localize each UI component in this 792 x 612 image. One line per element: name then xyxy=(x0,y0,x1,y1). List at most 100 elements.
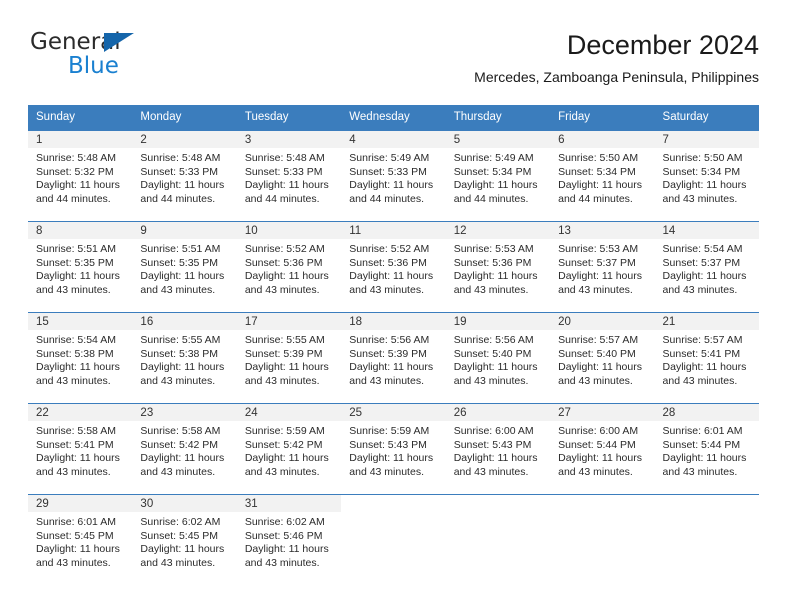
day-cell[interactable]: 23 Sunrise: 5:58 AM Sunset: 5:42 PM Dayl… xyxy=(132,404,237,494)
sunset-text: Sunset: 5:37 PM xyxy=(558,256,636,269)
daylight-text-line2: and 43 minutes. xyxy=(349,283,424,296)
general-blue-logo[interactable]: General Blue xyxy=(30,30,210,86)
day-details: Sunrise: 5:49 AM Sunset: 5:34 PM Dayligh… xyxy=(446,148,550,206)
day-details: Sunrise: 5:53 AM Sunset: 5:37 PM Dayligh… xyxy=(550,239,654,297)
day-cell[interactable]: 7 Sunrise: 5:50 AM Sunset: 5:34 PM Dayli… xyxy=(654,131,759,221)
week-row: 1 Sunrise: 5:48 AM Sunset: 5:32 PM Dayli… xyxy=(28,130,759,221)
day-number: 26 xyxy=(445,404,551,421)
day-details: Sunrise: 5:57 AM Sunset: 5:40 PM Dayligh… xyxy=(550,330,654,388)
day-details xyxy=(655,512,759,516)
weekday-header-row: Sunday Monday Tuesday Wednesday Thursday… xyxy=(28,105,759,130)
day-details: Sunrise: 6:01 AM Sunset: 5:44 PM Dayligh… xyxy=(655,421,759,479)
page-title: December 2024 xyxy=(566,30,759,60)
day-cell[interactable]: 3 Sunrise: 5:48 AM Sunset: 5:33 PM Dayli… xyxy=(236,131,342,221)
daylight-text-line2: and 43 minutes. xyxy=(558,465,633,478)
sunset-text: Sunset: 5:38 PM xyxy=(36,347,114,360)
day-cell[interactable]: 20 Sunrise: 5:57 AM Sunset: 5:40 PM Dayl… xyxy=(550,313,655,403)
weekday-header-monday: Monday xyxy=(140,111,182,123)
daylight-text-line1: Daylight: 11 hours xyxy=(36,543,120,556)
daylight-text-line2: and 43 minutes. xyxy=(453,283,529,296)
day-cell[interactable]: 30 Sunrise: 6:02 AM Sunset: 5:45 PM Dayl… xyxy=(132,495,237,585)
day-cell[interactable]: 28 Sunrise: 6:01 AM Sunset: 5:44 PM Dayl… xyxy=(654,404,759,494)
sunset-text: Sunset: 5:36 PM xyxy=(349,256,427,269)
weekday-header-wednesday: Wednesday xyxy=(349,111,410,123)
sunrise-text: Sunrise: 5:48 AM xyxy=(244,152,325,164)
daylight-text-line1: Daylight: 11 hours xyxy=(453,361,538,374)
sunrise-text: Sunrise: 5:51 AM xyxy=(36,243,116,255)
day-cell[interactable]: 10 Sunrise: 5:52 AM Sunset: 5:36 PM Dayl… xyxy=(236,222,342,312)
sunrise-text: Sunrise: 5:50 AM xyxy=(662,152,743,164)
day-cell[interactable]: 19 Sunrise: 5:56 AM Sunset: 5:40 PM Dayl… xyxy=(445,313,551,403)
daylight-text-line2: and 43 minutes. xyxy=(662,283,738,296)
day-cell[interactable]: 26 Sunrise: 6:00 AM Sunset: 5:43 PM Dayl… xyxy=(445,404,551,494)
sunrise-text: Sunrise: 5:50 AM xyxy=(558,152,639,164)
day-cell[interactable]: 14 Sunrise: 5:54 AM Sunset: 5:37 PM Dayl… xyxy=(654,222,759,312)
daylight-text-line1: Daylight: 11 hours xyxy=(558,361,642,374)
daylight-text-line1: Daylight: 11 hours xyxy=(244,361,329,374)
day-details: Sunrise: 6:02 AM Sunset: 5:45 PM Dayligh… xyxy=(132,512,236,570)
day-number: 30 xyxy=(132,495,237,512)
day-cell[interactable]: 8 Sunrise: 5:51 AM Sunset: 5:35 PM Dayli… xyxy=(28,222,133,312)
day-number: 31 xyxy=(236,495,342,512)
week-row: 29 Sunrise: 6:01 AM Sunset: 5:45 PM Dayl… xyxy=(28,494,759,585)
day-cell[interactable]: 27 Sunrise: 6:00 AM Sunset: 5:44 PM Dayl… xyxy=(550,404,655,494)
day-cell[interactable]: 22 Sunrise: 5:58 AM Sunset: 5:41 PM Dayl… xyxy=(28,404,133,494)
daylight-text-line1: Daylight: 11 hours xyxy=(558,452,642,465)
day-cell[interactable]: 6 Sunrise: 5:50 AM Sunset: 5:34 PM Dayli… xyxy=(550,131,655,221)
daylight-text-line1: Daylight: 11 hours xyxy=(244,270,329,283)
sunrise-text: Sunrise: 6:02 AM xyxy=(140,516,221,528)
day-cell[interactable]: 2 Sunrise: 5:48 AM Sunset: 5:33 PM Dayli… xyxy=(132,131,237,221)
day-number: 10 xyxy=(236,222,342,239)
day-details: Sunrise: 5:57 AM Sunset: 5:41 PM Dayligh… xyxy=(655,330,759,388)
day-cell[interactable]: 13 Sunrise: 5:53 AM Sunset: 5:37 PM Dayl… xyxy=(550,222,655,312)
daylight-text-line1: Daylight: 11 hours xyxy=(140,452,225,465)
weekday-header-sunday: Sunday xyxy=(36,111,76,123)
day-cell[interactable]: 17 Sunrise: 5:55 AM Sunset: 5:39 PM Dayl… xyxy=(236,313,342,403)
day-cell[interactable]: 5 Sunrise: 5:49 AM Sunset: 5:34 PM Dayli… xyxy=(445,131,551,221)
day-number: 11 xyxy=(341,222,446,239)
sunrise-text: Sunrise: 5:48 AM xyxy=(140,152,221,164)
day-details: Sunrise: 5:53 AM Sunset: 5:36 PM Dayligh… xyxy=(446,239,550,297)
sunrise-text: Sunrise: 6:00 AM xyxy=(558,425,639,437)
day-cell[interactable]: 29 Sunrise: 6:01 AM Sunset: 5:45 PM Dayl… xyxy=(28,495,133,585)
daylight-text-line2: and 43 minutes. xyxy=(244,374,320,387)
day-number: 23 xyxy=(132,404,237,421)
day-cell[interactable]: 25 Sunrise: 5:59 AM Sunset: 5:43 PM Dayl… xyxy=(341,404,446,494)
sunset-text: Sunset: 5:35 PM xyxy=(36,256,114,269)
daylight-text-line1: Daylight: 11 hours xyxy=(36,179,120,192)
day-cell[interactable]: 12 Sunrise: 5:53 AM Sunset: 5:36 PM Dayl… xyxy=(445,222,551,312)
day-cell[interactable]: 15 Sunrise: 5:54 AM Sunset: 5:38 PM Dayl… xyxy=(28,313,133,403)
sunset-text: Sunset: 5:36 PM xyxy=(244,256,323,269)
day-cell[interactable]: 31 Sunrise: 6:02 AM Sunset: 5:46 PM Dayl… xyxy=(236,495,342,585)
daylight-text-line1: Daylight: 11 hours xyxy=(349,452,434,465)
day-number: 5 xyxy=(445,131,551,148)
sunset-text: Sunset: 5:42 PM xyxy=(244,438,323,451)
day-cell[interactable]: 21 Sunrise: 5:57 AM Sunset: 5:41 PM Dayl… xyxy=(654,313,759,403)
daylight-text-line1: Daylight: 11 hours xyxy=(36,361,120,374)
day-cell[interactable]: 18 Sunrise: 5:56 AM Sunset: 5:39 PM Dayl… xyxy=(341,313,446,403)
daylight-text-line1: Daylight: 11 hours xyxy=(36,270,120,283)
weekday-header-tuesday: Tuesday xyxy=(244,111,289,123)
day-cell[interactable]: 24 Sunrise: 5:59 AM Sunset: 5:42 PM Dayl… xyxy=(236,404,342,494)
day-cell[interactable]: 16 Sunrise: 5:55 AM Sunset: 5:38 PM Dayl… xyxy=(132,313,237,403)
day-details: Sunrise: 5:52 AM Sunset: 5:36 PM Dayligh… xyxy=(237,239,341,297)
day-cell[interactable]: 9 Sunrise: 5:51 AM Sunset: 5:35 PM Dayli… xyxy=(132,222,237,312)
sunrise-text: Sunrise: 5:55 AM xyxy=(244,334,325,346)
sunrise-text: Sunrise: 5:51 AM xyxy=(140,243,221,255)
sunrise-text: Sunrise: 5:55 AM xyxy=(140,334,221,346)
daylight-text-line2: and 43 minutes. xyxy=(662,192,738,205)
day-details: Sunrise: 5:51 AM Sunset: 5:35 PM Dayligh… xyxy=(28,239,132,297)
sunrise-text: Sunrise: 5:58 AM xyxy=(140,425,221,437)
daylight-text-line2: and 44 minutes. xyxy=(558,192,633,205)
day-cell[interactable]: 1 Sunrise: 5:48 AM Sunset: 5:32 PM Dayli… xyxy=(28,131,133,221)
week-row: 8 Sunrise: 5:51 AM Sunset: 5:35 PM Dayli… xyxy=(28,221,759,312)
day-details: Sunrise: 5:59 AM Sunset: 5:43 PM Dayligh… xyxy=(341,421,445,479)
daylight-text-line1: Daylight: 11 hours xyxy=(662,270,747,283)
day-number: 17 xyxy=(236,313,342,330)
day-cell[interactable]: 4 Sunrise: 5:49 AM Sunset: 5:33 PM Dayli… xyxy=(341,131,446,221)
weekday-header-saturday: Saturday xyxy=(662,111,709,123)
sunrise-text: Sunrise: 5:54 AM xyxy=(662,243,743,255)
week-row: 15 Sunrise: 5:54 AM Sunset: 5:38 PM Dayl… xyxy=(28,312,759,403)
sunset-text: Sunset: 5:42 PM xyxy=(140,438,219,451)
day-cell[interactable]: 11 Sunrise: 5:52 AM Sunset: 5:36 PM Dayl… xyxy=(341,222,446,312)
